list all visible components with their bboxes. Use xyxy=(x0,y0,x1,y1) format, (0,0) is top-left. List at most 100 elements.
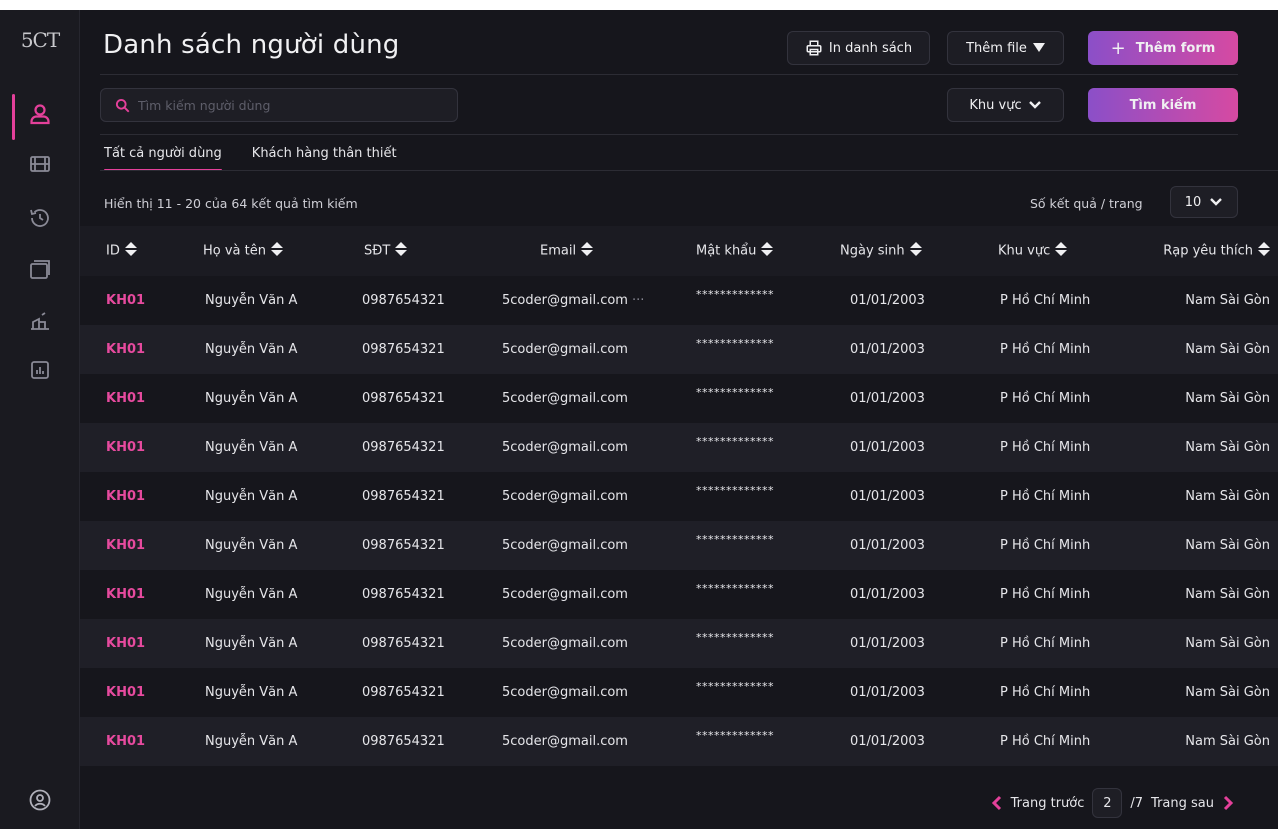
tab-all-users[interactable]: Tất cả người dùng xyxy=(104,146,222,171)
cell-favorite-cinema: Nam Sài Gòn xyxy=(1185,391,1270,406)
cell-phone: 0987654321 xyxy=(362,489,445,504)
cell-name: Nguyễn Văn A xyxy=(205,685,298,700)
cell-email: 5coder@gmail.com xyxy=(502,587,628,602)
caret-down-icon xyxy=(1032,43,1045,52)
table-row[interactable]: KH01 Nguyễn Văn A 0987654321 5coder@gmai… xyxy=(80,374,1278,423)
search-box[interactable] xyxy=(100,88,458,122)
cell-birthday: 01/01/2003 xyxy=(850,293,925,308)
table-row[interactable]: KH01 Nguyễn Văn A 0987654321 5coder@gmai… xyxy=(80,423,1278,472)
sidebar-item-users[interactable] xyxy=(0,94,80,140)
page-title: Danh sách người dùng xyxy=(103,30,400,60)
cell-password: ************* xyxy=(696,484,774,497)
sidebar-item-tickets[interactable] xyxy=(0,302,80,342)
column-header-favorite-cinema[interactable]: Rạp yêu thích xyxy=(1163,242,1270,260)
sort-icon xyxy=(909,242,922,260)
cell-id[interactable]: KH01 xyxy=(106,734,145,749)
cell-id[interactable]: KH01 xyxy=(106,391,145,406)
cell-favorite-cinema: Nam Sài Gòn xyxy=(1185,685,1270,700)
search-input[interactable] xyxy=(138,97,438,113)
pagination: Trang trước 2 /7 Trang sau xyxy=(991,788,1234,818)
cell-id[interactable]: KH01 xyxy=(106,636,145,651)
table-row[interactable]: KH01 Nguyễn Văn A 0987654321 5coder@gmai… xyxy=(80,668,1278,717)
sidebar: 5CT xyxy=(0,10,80,829)
chevron-down-icon xyxy=(1210,198,1223,206)
column-header-email[interactable]: Email xyxy=(540,242,594,260)
cell-birthday: 01/01/2003 xyxy=(850,734,925,749)
cell-email: 5coder@gmail.com xyxy=(502,440,628,455)
profile-button[interactable] xyxy=(0,785,80,815)
more-icon[interactable]: ··· xyxy=(632,293,644,308)
sidebar-item-history[interactable] xyxy=(0,198,80,238)
cell-favorite-cinema: Nam Sài Gòn xyxy=(1185,636,1270,651)
per-page-select[interactable]: 10 xyxy=(1170,186,1238,218)
cell-id[interactable]: KH01 xyxy=(106,293,145,308)
main-content: Danh sách người dùng In danh sách Thêm f… xyxy=(80,10,1278,829)
add-form-button[interactable]: + Thêm form xyxy=(1088,31,1238,65)
cell-region: P Hồ Chí Minh xyxy=(1000,734,1091,749)
cell-email: 5coder@gmail.com ··· xyxy=(502,293,645,308)
table-row[interactable]: KH01 Nguyễn Văn A 0987654321 5coder@gmai… xyxy=(80,276,1278,325)
cell-id[interactable]: KH01 xyxy=(106,538,145,553)
current-page-input[interactable]: 2 xyxy=(1092,788,1123,818)
column-header-region[interactable]: Khu vực xyxy=(998,242,1068,260)
chevron-left-icon[interactable] xyxy=(991,795,1003,811)
cell-birthday: 01/01/2003 xyxy=(850,685,925,700)
cell-email: 5coder@gmail.com xyxy=(502,685,628,700)
table-row[interactable]: KH01 Nguyễn Văn A 0987654321 5coder@gmai… xyxy=(80,472,1278,521)
printer-icon xyxy=(806,40,822,56)
cell-birthday: 01/01/2003 xyxy=(850,342,925,357)
cell-id[interactable]: KH01 xyxy=(106,587,145,602)
app-logo[interactable]: 5CT xyxy=(0,28,80,52)
chevron-right-icon[interactable] xyxy=(1222,795,1234,811)
table-row[interactable]: KH01 Nguyễn Văn A 0987654321 5coder@gmai… xyxy=(80,570,1278,619)
total-pages: /7 xyxy=(1130,795,1144,811)
table-row[interactable]: KH01 Nguyễn Văn A 0987654321 5coder@gmai… xyxy=(80,325,1278,374)
print-list-label: In danh sách xyxy=(828,40,913,56)
cell-id[interactable]: KH01 xyxy=(106,685,145,700)
cell-region: P Hồ Chí Minh xyxy=(1000,685,1091,700)
cell-phone: 0987654321 xyxy=(362,636,445,651)
table-row[interactable]: KH01 Nguyễn Văn A 0987654321 5coder@gmai… xyxy=(80,521,1278,570)
column-header-birthday[interactable]: Ngày sinh xyxy=(840,242,922,260)
search-divider xyxy=(100,134,1238,135)
cell-name: Nguyễn Văn A xyxy=(205,293,298,308)
cell-favorite-cinema: Nam Sài Gòn xyxy=(1185,440,1270,455)
column-header-password[interactable]: Mật khẩu xyxy=(696,242,774,260)
cell-favorite-cinema: Nam Sài Gòn xyxy=(1185,342,1270,357)
add-form-label: Thêm form xyxy=(1135,40,1216,56)
sort-icon xyxy=(1258,242,1270,260)
column-header-name[interactable]: Họ và tên xyxy=(203,242,283,260)
print-list-button[interactable]: In danh sách xyxy=(787,31,930,65)
cell-id[interactable]: KH01 xyxy=(106,440,145,455)
prev-page-button[interactable]: Trang trước xyxy=(1011,796,1085,811)
chart-icon xyxy=(31,361,49,379)
column-header-phone[interactable]: SĐT xyxy=(364,242,408,260)
cell-name: Nguyễn Văn A xyxy=(205,391,298,406)
cell-id[interactable]: KH01 xyxy=(106,342,145,357)
cell-region: P Hồ Chí Minh xyxy=(1000,391,1091,406)
cell-email: 5coder@gmail.com xyxy=(502,489,628,504)
sidebar-item-reports[interactable] xyxy=(0,350,80,390)
next-page-button[interactable]: Trang sau xyxy=(1151,796,1214,811)
table-row[interactable]: KH01 Nguyễn Văn A 0987654321 5coder@gmai… xyxy=(80,619,1278,668)
cell-phone: 0987654321 xyxy=(362,685,445,700)
history-icon xyxy=(30,209,49,227)
cell-email: 5coder@gmail.com xyxy=(502,636,628,651)
chevron-down-icon xyxy=(1028,101,1041,109)
column-header-id[interactable]: ID xyxy=(106,242,137,260)
cell-password: ************* xyxy=(696,288,774,301)
cell-id[interactable]: KH01 xyxy=(106,489,145,504)
per-page-label: Số kết quả / trang xyxy=(1030,196,1143,211)
tab-loyal-customers[interactable]: Khách hàng thân thiết xyxy=(252,146,397,171)
cell-password: ************* xyxy=(696,435,774,448)
sort-icon xyxy=(1055,242,1068,260)
region-dropdown[interactable]: Khu vực xyxy=(947,88,1064,122)
sidebar-item-schedule[interactable] xyxy=(0,250,80,290)
cell-name: Nguyễn Văn A xyxy=(205,587,298,602)
cell-region: P Hồ Chí Minh xyxy=(1000,342,1091,357)
film-icon xyxy=(30,156,50,172)
search-button[interactable]: Tìm kiếm xyxy=(1088,88,1238,122)
sidebar-item-films[interactable] xyxy=(0,144,80,184)
table-row[interactable]: KH01 Nguyễn Văn A 0987654321 5coder@gmai… xyxy=(80,717,1278,766)
add-file-dropdown[interactable]: Thêm file xyxy=(947,31,1064,65)
